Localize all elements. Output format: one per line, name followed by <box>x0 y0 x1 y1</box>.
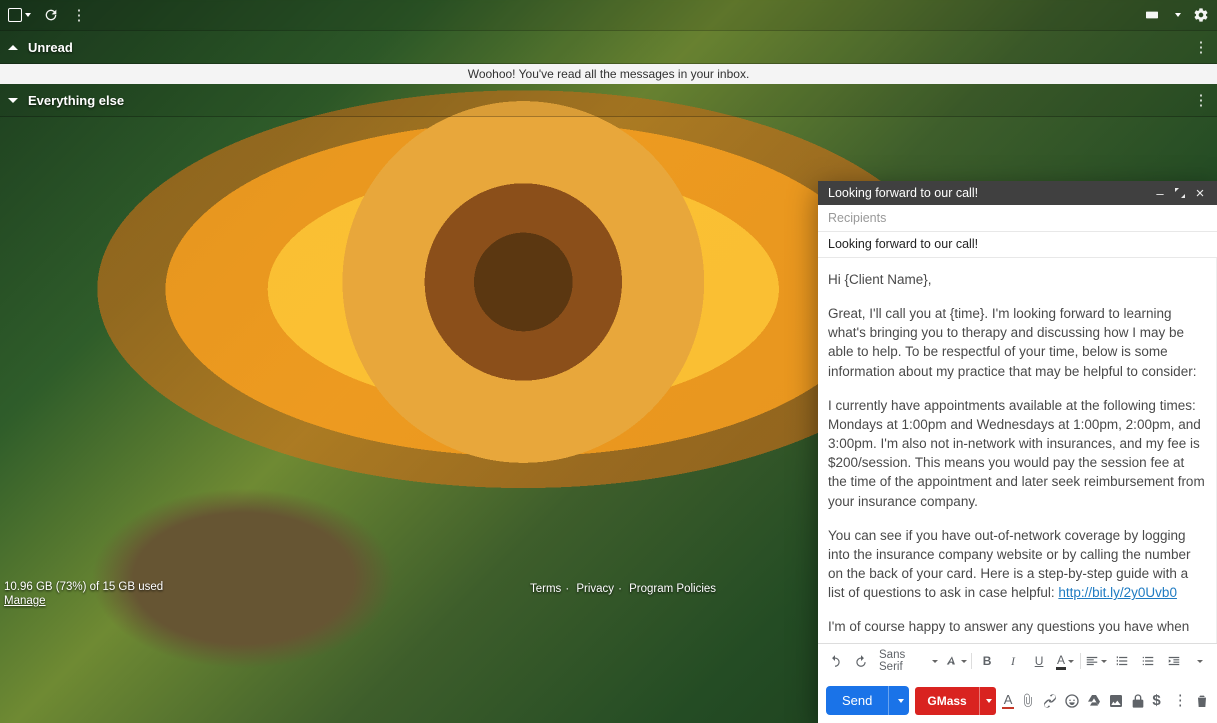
numbered-list-button[interactable] <box>1111 650 1133 672</box>
recipients-field[interactable]: Recipients <box>818 205 1217 232</box>
redo-button[interactable] <box>850 650 872 672</box>
send-toolbar: Send GMass A $ <box>818 678 1217 723</box>
section-unread-label: Unread <box>28 40 73 55</box>
section-unread-more-icon[interactable] <box>1193 39 1209 55</box>
drive-icon[interactable] <box>1086 690 1102 712</box>
emoji-icon[interactable] <box>1064 690 1080 712</box>
compose-body[interactable]: Hi {Client Name}, Great, I'll call you a… <box>818 258 1217 643</box>
more-menu-icon[interactable] <box>71 7 87 23</box>
more-formatting-button[interactable] <box>1189 650 1211 672</box>
compose-title-text: Looking forward to our call! <box>828 186 978 200</box>
bulleted-list-button[interactable] <box>1137 650 1159 672</box>
footer-terms-link[interactable]: Terms <box>530 583 561 595</box>
text-color-button[interactable]: A <box>1054 650 1076 672</box>
subject-field[interactable]: Looking forward to our call! <box>818 232 1217 258</box>
send-options-button[interactable] <box>888 686 909 715</box>
align-button[interactable] <box>1085 650 1107 672</box>
settings-gear-icon[interactable] <box>1193 7 1209 23</box>
fullscreen-icon[interactable] <box>1173 186 1187 201</box>
font-size-button[interactable] <box>945 650 967 672</box>
input-tools-caret[interactable] <box>1175 13 1181 17</box>
gmass-button[interactable]: GMass <box>915 687 995 715</box>
format-toolbar: Sans Serif B I U A <box>818 643 1217 678</box>
money-icon[interactable]: $ <box>1152 690 1160 712</box>
storage-usage-text: 10.96 GB (73%) of 15 GB used <box>4 581 163 593</box>
body-greeting: Hi {Client Name}, <box>828 270 1206 289</box>
section-else-more-icon[interactable] <box>1193 92 1209 108</box>
refresh-icon[interactable] <box>43 7 59 23</box>
compose-window: Looking forward to our call! Recipients … <box>818 181 1217 723</box>
section-else-label: Everything else <box>28 93 124 108</box>
font-family-dropdown[interactable]: Sans Serif <box>876 649 941 673</box>
storage-footer: 10.96 GB (73%) of 15 GB used Manage <box>4 581 163 607</box>
underline-button[interactable]: U <box>1028 650 1050 672</box>
send-button[interactable]: Send <box>826 686 888 715</box>
input-tools-icon[interactable] <box>1144 7 1160 23</box>
body-p3: You can see if you have out-of-network c… <box>828 526 1206 603</box>
footer-links: Terms· Privacy· Program Policies <box>530 583 716 595</box>
inbox-empty-banner: Woohoo! You've read all the messages in … <box>0 64 1217 84</box>
chevron-down-icon <box>8 98 18 103</box>
compose-title-bar[interactable]: Looking forward to our call! <box>818 181 1217 205</box>
bold-button[interactable]: B <box>976 650 998 672</box>
section-unread[interactable]: Unread <box>0 30 1217 64</box>
insert-link-icon[interactable] <box>1042 690 1058 712</box>
italic-button[interactable]: I <box>1002 650 1024 672</box>
body-p2: I currently have appointments available … <box>828 396 1206 511</box>
mail-toolbar <box>0 0 1217 30</box>
select-checkbox[interactable] <box>8 8 31 22</box>
footer-privacy-link[interactable]: Privacy <box>576 583 614 595</box>
undo-button[interactable] <box>824 650 846 672</box>
compose-more-icon[interactable] <box>1173 690 1188 712</box>
manage-storage-link[interactable]: Manage <box>4 595 163 607</box>
body-p4: I'm of course happy to answer any questi… <box>828 617 1206 643</box>
discard-draft-icon[interactable] <box>1194 690 1210 712</box>
insert-photo-icon[interactable] <box>1108 690 1124 712</box>
indent-button[interactable] <box>1163 650 1185 672</box>
attach-icon[interactable] <box>1020 690 1036 712</box>
close-icon[interactable] <box>1193 185 1207 202</box>
section-everything-else[interactable]: Everything else <box>0 84 1217 117</box>
footer-policies-link[interactable]: Program Policies <box>629 583 716 595</box>
coverage-guide-link[interactable]: http://bit.ly/2y0Uvb0 <box>1058 585 1177 600</box>
confidential-icon[interactable] <box>1130 690 1146 712</box>
formatting-toggle-button[interactable]: A <box>1002 690 1015 712</box>
minimize-icon[interactable] <box>1153 186 1167 201</box>
body-p1: Great, I'll call you at {time}. I'm look… <box>828 304 1206 381</box>
chevron-up-icon <box>8 45 18 50</box>
